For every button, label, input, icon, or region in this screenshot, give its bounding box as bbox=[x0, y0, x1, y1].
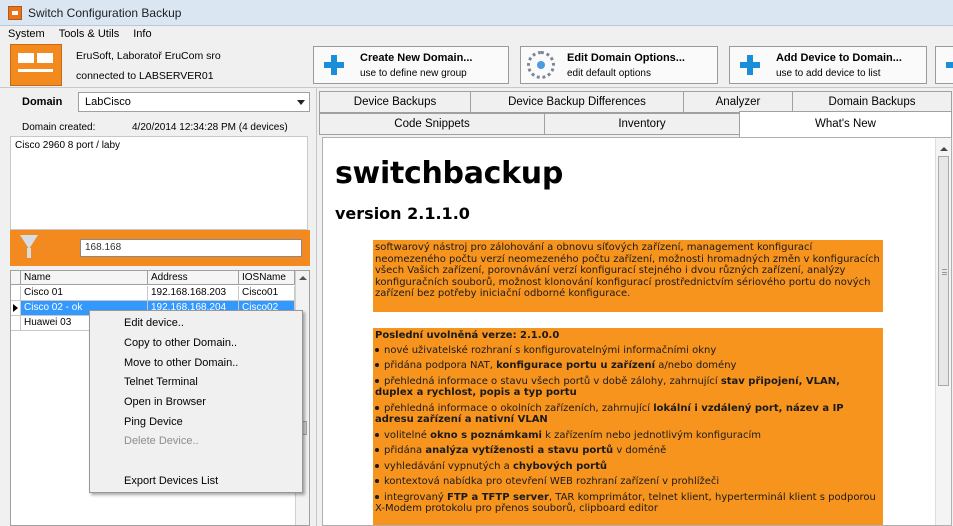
list-item: vyhledávání vypnutých a chybových portů bbox=[375, 461, 881, 473]
menu-item-delete-device: Delete Device.. bbox=[124, 435, 199, 447]
release-heading: Poslední uvolněná verze: 2.1.0.0 bbox=[375, 330, 560, 341]
cell-iosname: Cisco01 bbox=[239, 286, 295, 301]
domain-created-label: Domain created: bbox=[22, 122, 96, 133]
table-row[interactable]: Cisco 01 192.168.168.203 Cisco01 bbox=[11, 286, 295, 301]
row-indicator bbox=[11, 286, 21, 301]
whats-new-content: switchbackup version 2.1.1.0 softwarový … bbox=[322, 137, 952, 526]
gear-icon bbox=[527, 51, 555, 79]
tab-domain-backups[interactable]: Domain Backups bbox=[792, 91, 952, 113]
funnel-icon bbox=[20, 235, 38, 261]
menu-item-export-devices-list[interactable]: Export Devices List bbox=[124, 475, 218, 487]
current-row-arrow-icon bbox=[13, 304, 18, 312]
domain-select-value: LabCisco bbox=[85, 96, 131, 108]
toolbar: EruSoft, Laboratoř EruCom sro connected … bbox=[0, 42, 953, 88]
menu-item-open-in-browser[interactable]: Open in Browser bbox=[124, 396, 206, 408]
more-toolbar-button[interactable] bbox=[935, 46, 953, 84]
menu-system[interactable]: System bbox=[8, 28, 45, 40]
list-item: nové uživatelské rozhraní s konfigurovat… bbox=[375, 345, 881, 357]
scroll-thumb[interactable] bbox=[938, 156, 949, 386]
tab-whats-new[interactable]: What's New bbox=[739, 111, 952, 138]
menu-item-move-to-domain[interactable]: Move to other Domain.. bbox=[124, 357, 238, 369]
list-item: kontextová nabídka pro otevření WEB rozh… bbox=[375, 476, 881, 488]
plus-icon bbox=[320, 51, 348, 79]
cell-address: 192.168.168.203 bbox=[148, 286, 239, 301]
list-item: přehledná informace o okolních zařízeníc… bbox=[375, 402, 844, 425]
row-indicator-header bbox=[11, 271, 21, 284]
scroll-up-icon[interactable] bbox=[299, 276, 307, 280]
content-scrollbar[interactable] bbox=[935, 138, 951, 525]
menu-bar: System Tools & Utils Info bbox=[0, 26, 953, 42]
chevron-down-icon bbox=[297, 100, 305, 105]
menu-item-edit-device[interactable]: Edit device.. bbox=[124, 317, 184, 329]
domain-label: Domain bbox=[22, 96, 63, 108]
intro-box: softwarový nástroj pro zálohování a obno… bbox=[373, 240, 883, 312]
domain-created-row: Domain created: 4/20/2014 12:34:28 PM (4… bbox=[22, 122, 310, 133]
list-item: přidána podpora NAT, konfigurace portu u… bbox=[375, 360, 881, 372]
tab-analyzer[interactable]: Analyzer bbox=[683, 91, 793, 113]
title-bar: Switch Configuration Backup bbox=[0, 0, 953, 26]
menu-item-telnet-terminal[interactable]: Telnet Terminal bbox=[124, 376, 198, 388]
column-header-name[interactable]: Name bbox=[21, 271, 148, 284]
menu-info[interactable]: Info bbox=[133, 28, 151, 40]
list-item: integrovaný FTP a TFTP server, TAR kompr… bbox=[375, 491, 876, 514]
tab-device-backup-differences[interactable]: Device Backup Differences bbox=[470, 91, 684, 113]
filter-input[interactable]: 168.168 bbox=[80, 239, 302, 257]
list-item: volitelné okno s poznámkami k zařízením … bbox=[375, 430, 881, 442]
row-indicator bbox=[11, 301, 21, 316]
cell-name: Cisco 01 bbox=[21, 286, 148, 301]
plus-icon bbox=[942, 51, 953, 79]
page-title: switchbackup bbox=[335, 156, 564, 191]
menu-tools-utils[interactable]: Tools & Utils bbox=[59, 28, 120, 40]
menu-item-copy-to-domain[interactable]: Copy to other Domain.. bbox=[124, 337, 237, 349]
tab-device-backups[interactable]: Device Backups bbox=[319, 91, 471, 113]
connection-status: connected to LABSERVER01 bbox=[76, 70, 214, 82]
add-device-button[interactable]: Add Device to Domain... use to add devic… bbox=[729, 46, 927, 84]
tab-inventory[interactable]: Inventory bbox=[544, 113, 740, 135]
device-context-menu: Edit device.. Copy to other Domain.. Mov… bbox=[89, 310, 303, 493]
company-name: EruSoft, Laboratoř EruCom sro bbox=[76, 50, 221, 62]
domain-row: Domain LabCisco bbox=[10, 92, 310, 112]
column-header-address[interactable]: Address bbox=[148, 271, 239, 284]
app-logo bbox=[10, 44, 62, 86]
filter-bar: 168.168 bbox=[10, 230, 310, 266]
create-new-domain-button[interactable]: Create New Domain... use to define new g… bbox=[313, 46, 509, 84]
plus-icon bbox=[736, 51, 764, 79]
release-notes-box: Poslední uvolněná verze: 2.1.0.0 nové už… bbox=[373, 328, 883, 525]
window-title: Switch Configuration Backup bbox=[28, 5, 182, 20]
device-grid-header: Name Address IOSName bbox=[11, 271, 295, 285]
domain-select[interactable]: LabCisco bbox=[78, 92, 310, 112]
right-panel: Device Backups Device Backup Differences… bbox=[316, 88, 953, 526]
app-icon bbox=[8, 5, 22, 20]
tab-code-snippets[interactable]: Code Snippets bbox=[319, 113, 545, 135]
list-item: přehledná informace o stavu všech portů … bbox=[375, 375, 840, 398]
row-indicator bbox=[11, 316, 21, 331]
domain-created-value: 4/20/2014 12:34:28 PM (4 devices) bbox=[132, 122, 288, 133]
scroll-up-icon[interactable] bbox=[940, 147, 948, 151]
list-item: přidána analýza vytíženosti a stavu port… bbox=[375, 445, 881, 457]
domain-description[interactable]: Cisco 2960 8 port / laby bbox=[10, 136, 308, 230]
edit-domain-options-button[interactable]: Edit Domain Options... edit default opti… bbox=[520, 46, 718, 84]
menu-item-ping-device[interactable]: Ping Device bbox=[124, 416, 183, 428]
column-header-iosname[interactable]: IOSName bbox=[239, 271, 295, 284]
version-heading: version 2.1.1.0 bbox=[335, 204, 470, 223]
